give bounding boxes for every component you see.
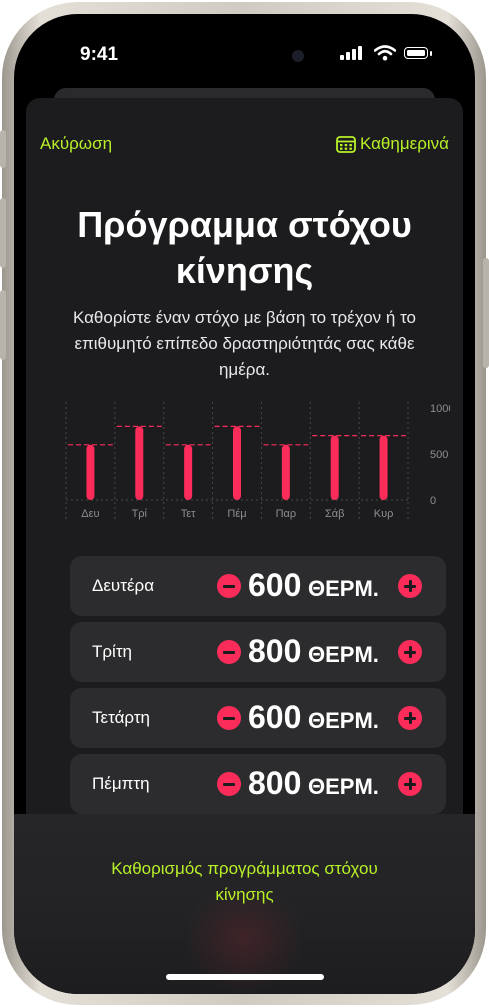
status-bar: 9:41 [14, 14, 475, 94]
increase-button[interactable] [398, 706, 422, 730]
decrease-button[interactable] [217, 706, 241, 730]
daily-label: Καθημερινά [359, 134, 449, 153]
x-tick-label: Πέμ [227, 508, 246, 520]
cta-line-1: Καθορισμός προγράμματος στόχου [111, 859, 378, 878]
goal-unit: ΘΕΡΜ. [308, 708, 379, 733]
y-tick-label: 0 [430, 495, 436, 507]
chart-bar [135, 426, 144, 500]
x-tick-label: Δευ [81, 508, 99, 520]
battery-nub [430, 51, 432, 56]
page-description: Καθορίστε έναν στόχο με βάση το τρέχον ή… [72, 308, 417, 379]
bottom-bar: Καθορισμός προγράμματος στόχου κίνησης [14, 814, 475, 994]
x-tick-label: Κυρ [374, 508, 394, 520]
goal-unit: ΘΕΡΜ. [308, 774, 379, 799]
calendar-icon [336, 136, 356, 153]
cta-line-2: κίνησης [215, 885, 274, 904]
increase-button[interactable] [398, 574, 422, 598]
increase-button[interactable] [398, 772, 422, 796]
day-goal-row: Πέμπτη 800 ΘΕΡΜ. [70, 754, 446, 814]
decrease-button[interactable] [217, 640, 241, 664]
y-tick-label: 500 [430, 449, 448, 461]
status-time: 9:41 [80, 44, 119, 65]
decrease-button[interactable] [217, 772, 241, 796]
screen: 9:41 Ακύρωση Καθημερινά Πρόγραμμα στόχου… [14, 14, 475, 994]
goal-value: 800 [248, 633, 302, 669]
chart-bar [86, 444, 95, 500]
chart-svg: Δευ Τρί Τετ Πέμ Παρ Σάβ Κυρ 1000 500 0 [65, 402, 450, 522]
chart-bar [330, 435, 339, 500]
goal-value: 800 [248, 765, 302, 801]
home-indicator[interactable] [166, 974, 324, 980]
cancel-button[interactable]: Ακύρωση [40, 134, 112, 154]
cellular-signal-icon [340, 46, 362, 60]
dynamic-island [182, 38, 306, 74]
goal-value: 600 [248, 567, 302, 603]
page-title-line-2: κίνησης [175, 250, 314, 291]
volume-up-button [0, 198, 6, 268]
set-goal-schedule-button[interactable]: Καθορισμός προγράμματος στόχου κίνησης [64, 856, 425, 908]
x-tick-label: Παρ [276, 508, 297, 520]
x-tick-label: Σάβ [325, 508, 345, 520]
weekly-goal-chart: Δευ Τρί Τετ Πέμ Παρ Σάβ Κυρ 1000 500 0 [60, 398, 450, 528]
goal-value: 600 [248, 699, 302, 735]
chart-bar [379, 435, 388, 500]
page-title-line-1: Πρόγραμμα στόχου [77, 204, 412, 245]
day-label: Δευτέρα [92, 576, 155, 595]
wifi-icon [374, 45, 396, 61]
action-button [0, 130, 6, 168]
battery-icon [404, 47, 428, 59]
chart-bar [233, 426, 241, 500]
chart-bar [184, 444, 193, 500]
day-goal-row: Δευτέρα 600 ΘΕΡΜ. [70, 556, 446, 616]
goal-unit: ΘΕΡΜ. [308, 576, 379, 601]
y-tick-label: 1000 [430, 403, 450, 415]
day-label: Τρίτη [92, 642, 133, 661]
x-tick-label: Τρί [132, 508, 148, 520]
volume-down-button [0, 290, 6, 360]
goal-unit: ΘΕΡΜ. [308, 642, 379, 667]
chart-bar [281, 444, 290, 500]
daily-button[interactable]: Καθημερινά [336, 134, 449, 154]
increase-button[interactable] [398, 640, 422, 664]
decrease-button[interactable] [217, 574, 241, 598]
day-goal-row: Τρίτη 800 ΘΕΡΜ. [70, 622, 446, 682]
page-title: Πρόγραμμα στόχου κίνησης [26, 202, 463, 294]
power-button [483, 258, 489, 368]
x-tick-label: Τετ [181, 508, 196, 520]
day-goal-row: Τετάρτη 600 ΘΕΡΜ. [70, 688, 446, 748]
day-label: Τετάρτη [92, 708, 150, 727]
day-label: Πέμπτη [92, 774, 150, 793]
camera-icon [292, 50, 304, 62]
